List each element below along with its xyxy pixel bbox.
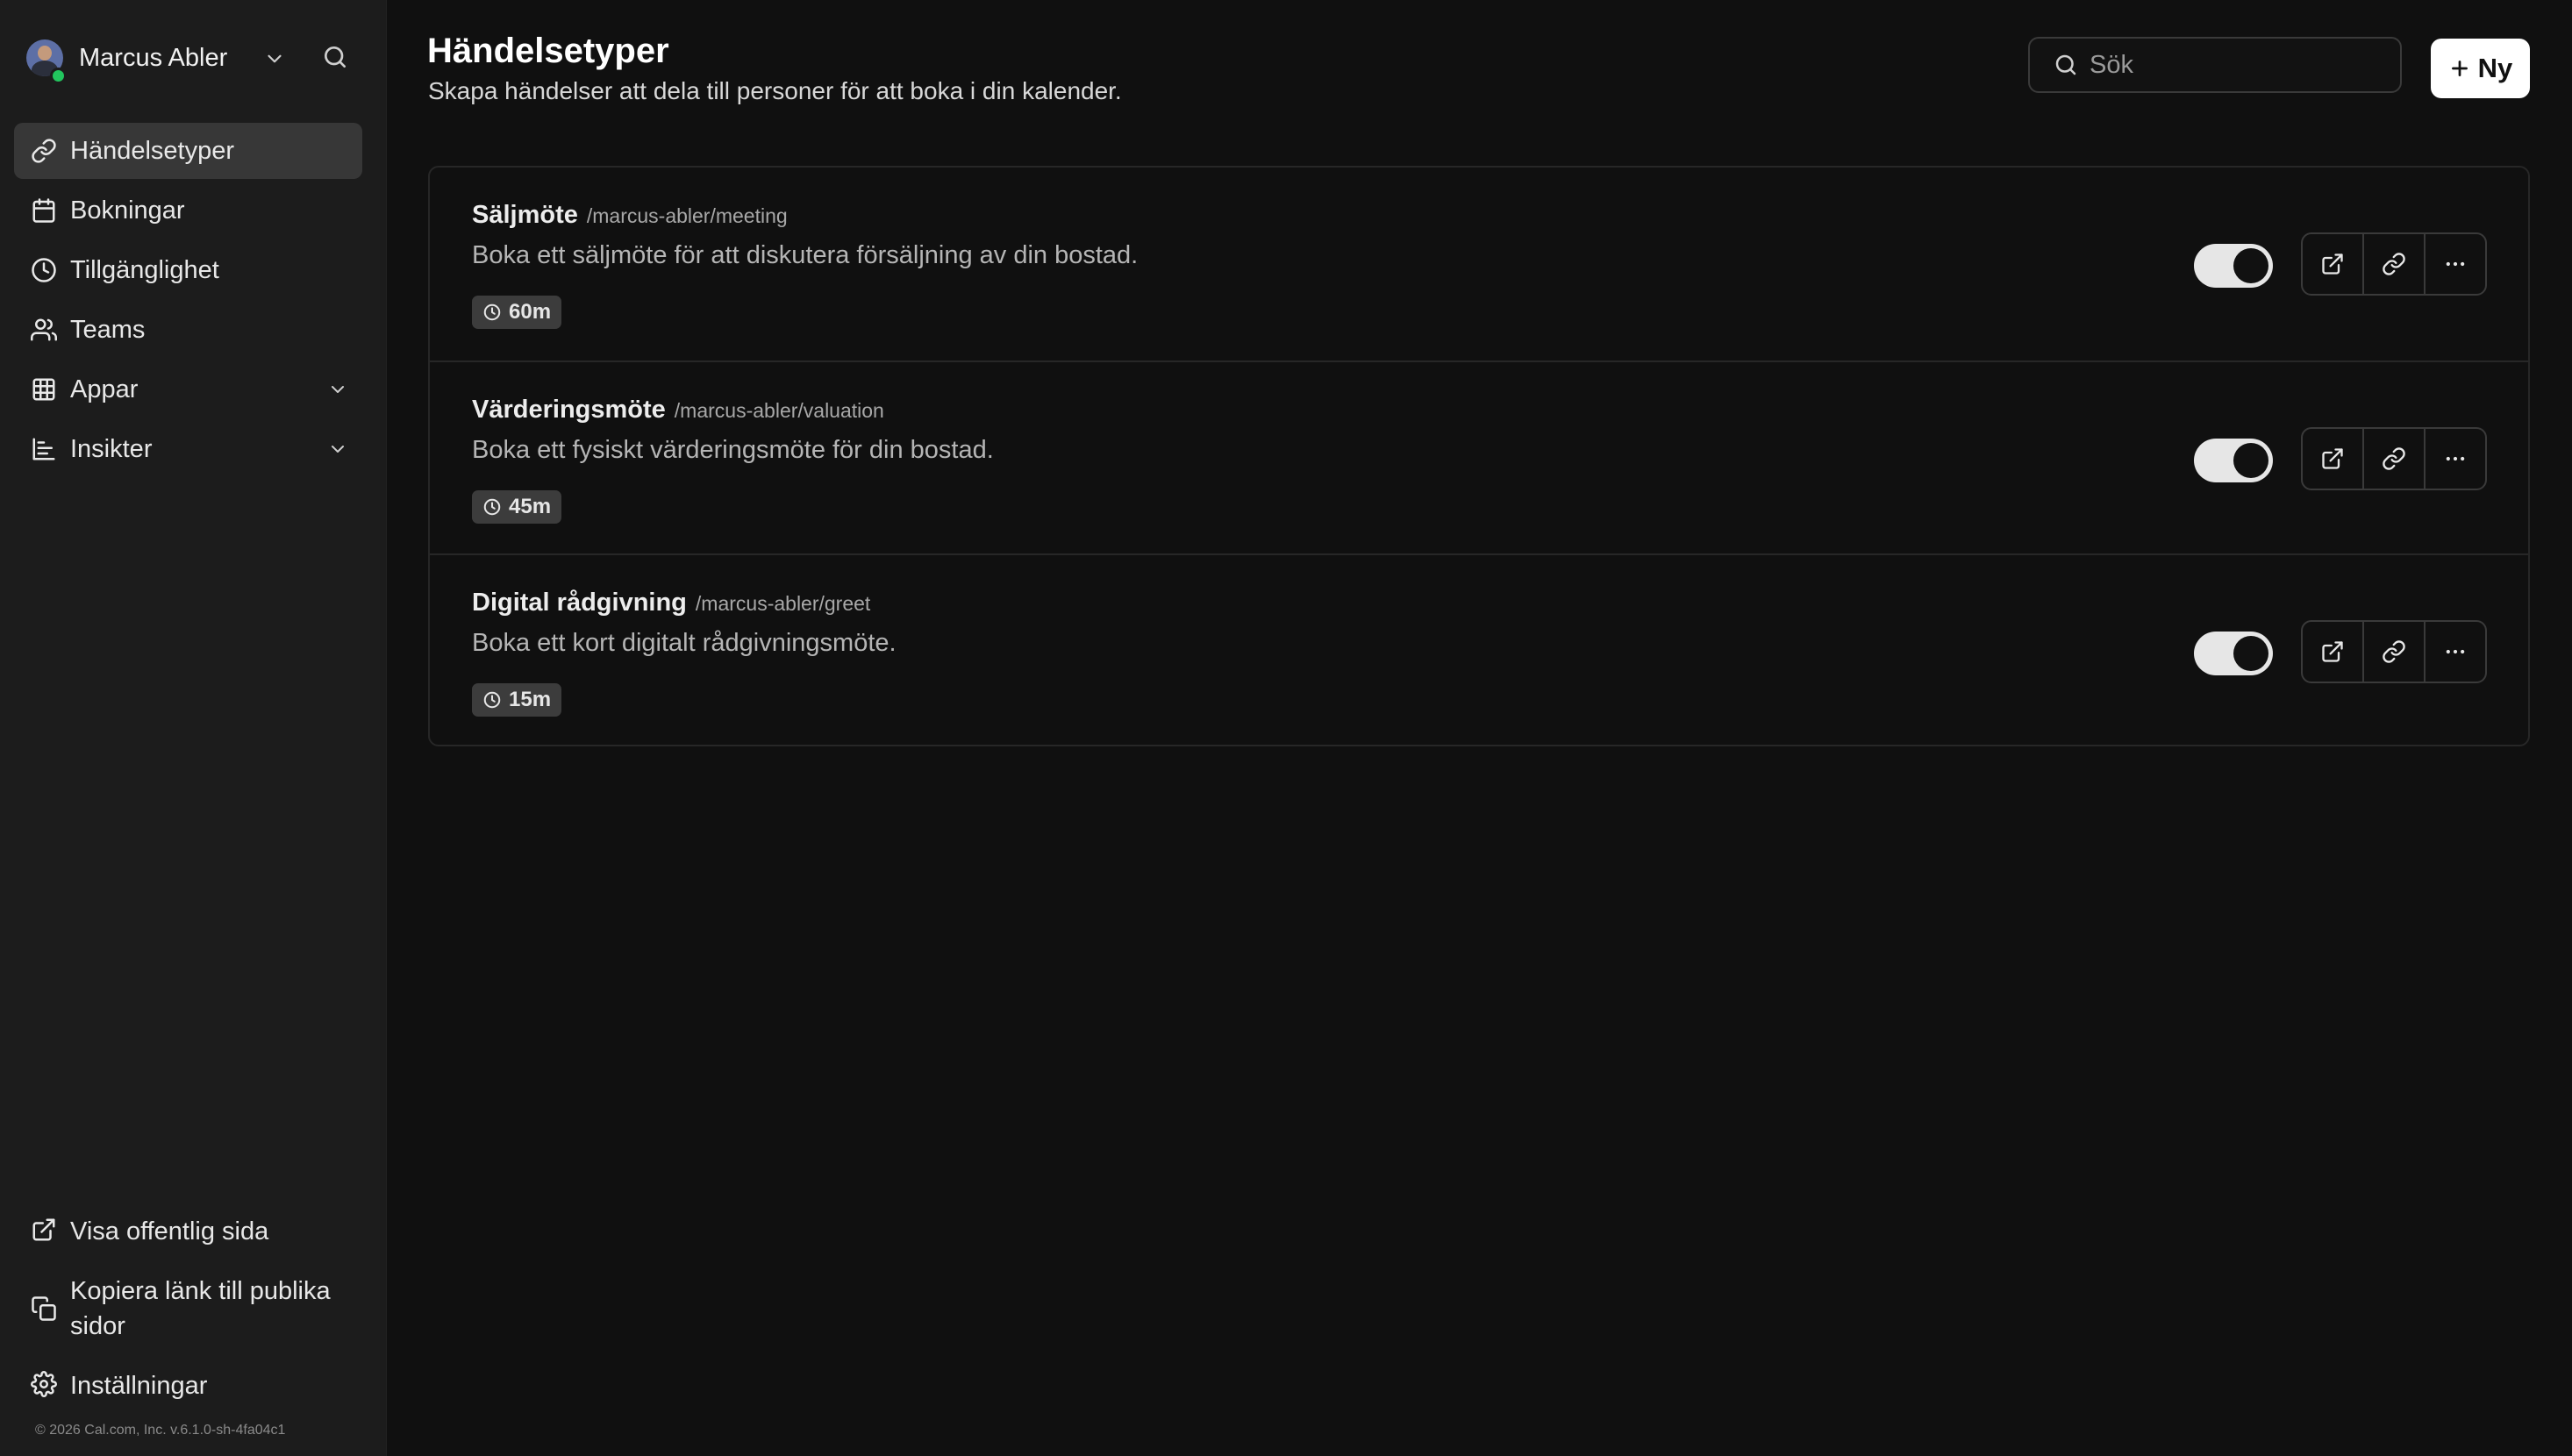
clock-icon: [30, 256, 58, 284]
link-icon: [2382, 446, 2406, 471]
toggle-knob: [2233, 248, 2268, 283]
sidebar-item-appar[interactable]: Appar: [14, 361, 362, 418]
hidden-toggle[interactable]: [2194, 632, 2273, 675]
chevron-down-icon[interactable]: [327, 439, 348, 460]
duration-label: 45m: [509, 495, 552, 518]
copy-link-button[interactable]: [2364, 234, 2426, 294]
view-public-page-link[interactable]: Visa offentlig sida: [14, 1214, 362, 1249]
user-name: Marcus Abler: [79, 43, 228, 72]
sidebar-item-label: Bokningar: [70, 196, 185, 225]
event-type-slug: /marcus-abler/valuation: [674, 399, 884, 422]
sidebar-item-label: Appar: [70, 375, 139, 403]
sidebar-item-handelsetyper[interactable]: Händelsetyper: [14, 123, 362, 179]
chevron-down-icon[interactable]: [327, 379, 348, 400]
event-type-description: Boka ett fysiskt värderingsmöte för din …: [472, 436, 994, 464]
external-link-icon: [2320, 252, 2345, 276]
sidebar-item-tillganglighet[interactable]: Tillgänglighet: [14, 242, 362, 298]
page-title: Händelsetyper: [427, 32, 669, 70]
search-field[interactable]: [2028, 37, 2402, 93]
copyright: © 2026 Cal.com, Inc. v.6.1.0-sh-4fa04c1: [35, 1423, 286, 1438]
sidebar-item-label: Teams: [70, 315, 146, 344]
external-link-icon: [2320, 639, 2345, 664]
preview-button[interactable]: [2303, 622, 2364, 682]
more-options-button[interactable]: [2426, 429, 2485, 489]
copy-icon: [30, 1295, 58, 1323]
chevron-down-icon[interactable]: [263, 47, 286, 70]
preview-button[interactable]: [2303, 429, 2364, 489]
event-actions: [2301, 620, 2487, 683]
bottom-item-label: Kopiera länk till publika sidor: [70, 1277, 331, 1340]
more-horizontal-icon: [2443, 252, 2468, 276]
gear-icon: [30, 1370, 58, 1398]
duration-label: 60m: [509, 300, 552, 324]
event-type-slug: /marcus-abler/greet: [695, 592, 871, 615]
copy-link-button[interactable]: [2364, 622, 2426, 682]
duration-label: 15m: [509, 688, 552, 711]
sidebar-item-label: Insikter: [70, 434, 153, 463]
event-type-name: Digital rådgivning: [472, 589, 687, 617]
grid-icon: [30, 375, 58, 403]
plus-icon: [2448, 57, 2471, 80]
link-icon: [2382, 252, 2406, 276]
copy-public-link-button[interactable]: Kopiera länk till publika sidor: [14, 1274, 365, 1344]
toggle-knob: [2233, 636, 2268, 671]
event-actions: [2301, 232, 2487, 296]
new-button-label: Ny: [2477, 53, 2513, 83]
search-icon: [2053, 52, 2079, 78]
event-type-slug: /marcus-abler/meeting: [586, 204, 788, 227]
hidden-toggle[interactable]: [2194, 244, 2273, 288]
search-input[interactable]: [2088, 49, 2390, 81]
bar-chart-icon: [30, 435, 58, 463]
event-type-row[interactable]: Säljmöte /marcus-abler/meeting Boka ett …: [430, 168, 2528, 360]
clock-icon: [482, 690, 502, 710]
event-type-name: Säljmöte: [472, 201, 578, 229]
external-link-icon: [30, 1216, 58, 1244]
event-type-list: Säljmöte /marcus-abler/meeting Boka ett …: [428, 166, 2530, 746]
online-status-dot: [50, 68, 67, 84]
duration-badge: 60m: [472, 296, 562, 329]
event-type-row[interactable]: Digital rådgivning /marcus-abler/greet B…: [430, 553, 2528, 746]
user-menu[interactable]: Marcus Abler: [26, 39, 360, 77]
copy-link-button[interactable]: [2364, 429, 2426, 489]
sidebar-item-label: Händelsetyper: [70, 136, 234, 165]
more-options-button[interactable]: [2426, 622, 2485, 682]
link-icon: [30, 137, 58, 165]
external-link-icon: [2320, 446, 2345, 471]
sidebar-item-teams[interactable]: Teams: [14, 302, 362, 358]
sidebar: Marcus Abler Händelsetyper Bokningar Til…: [0, 0, 387, 1456]
duration-badge: 45m: [472, 490, 562, 524]
event-actions: [2301, 427, 2487, 490]
link-icon: [2382, 639, 2406, 664]
more-options-button[interactable]: [2426, 234, 2485, 294]
page-subtitle: Skapa händelser att dela till personer f…: [428, 77, 1122, 104]
settings-link[interactable]: Inställningar: [14, 1368, 362, 1403]
new-event-type-button[interactable]: Ny: [2431, 39, 2530, 98]
event-type-row[interactable]: Värderingsmöte /marcus-abler/valuation B…: [430, 360, 2528, 553]
bottom-item-label: Visa offentlig sida: [70, 1217, 269, 1245]
sidebar-item-insikter[interactable]: Insikter: [14, 421, 362, 477]
calendar-icon: [30, 196, 58, 225]
hidden-toggle[interactable]: [2194, 439, 2273, 482]
preview-button[interactable]: [2303, 234, 2364, 294]
event-type-name: Värderingsmöte: [472, 396, 666, 424]
users-icon: [30, 316, 58, 344]
clock-icon: [482, 497, 502, 517]
more-horizontal-icon: [2443, 446, 2468, 471]
bottom-item-label: Inställningar: [70, 1372, 208, 1400]
sidebar-item-bokningar[interactable]: Bokningar: [14, 182, 362, 239]
search-icon[interactable]: [321, 43, 349, 71]
event-type-description: Boka ett kort digitalt rådgivningsmöte.: [472, 629, 897, 657]
clock-icon: [482, 303, 502, 322]
toggle-knob: [2233, 443, 2268, 478]
duration-badge: 15m: [472, 683, 562, 717]
more-horizontal-icon: [2443, 639, 2468, 664]
sidebar-item-label: Tillgänglighet: [70, 255, 219, 284]
event-type-description: Boka ett säljmöte för att diskutera förs…: [472, 241, 1139, 269]
